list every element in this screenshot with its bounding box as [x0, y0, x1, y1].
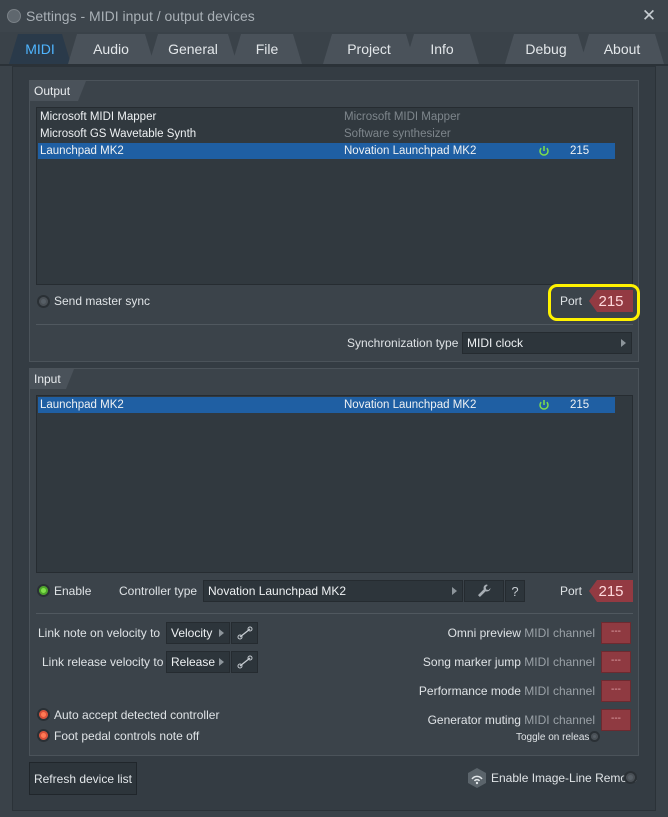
output-panel-title: Output: [30, 81, 86, 101]
auto-accept-toggle[interactable]: [37, 708, 50, 721]
title-bar: Settings - MIDI input / output devices ✕: [0, 0, 668, 32]
auto-accept-label: Auto accept detected controller: [54, 708, 220, 722]
input-device-row-selected[interactable]: Launchpad MK2 Novation Launchpad MK2 215: [38, 397, 615, 413]
window-title: Settings - MIDI input / output devices: [26, 8, 255, 24]
chevron-right-icon: [219, 658, 224, 666]
link-release-velocity-label: Link release velocity to: [42, 655, 164, 669]
channel-label: Generator muting: [427, 713, 521, 727]
help-button[interactable]: ?: [505, 580, 525, 602]
output-panel: Output Microsoft MIDI Mapper Microsoft M…: [29, 80, 639, 362]
power-icon[interactable]: [538, 145, 550, 162]
app-icon: [7, 9, 21, 23]
refresh-device-list-button[interactable]: Refresh device list: [29, 762, 137, 795]
chevron-right-icon: [452, 587, 457, 595]
input-panel: Input Launchpad MK2 Novation Launchpad M…: [29, 368, 639, 756]
output-device-list[interactable]: Microsoft MIDI Mapper Microsoft MIDI Map…: [36, 107, 633, 285]
tab-debug[interactable]: Debug: [505, 34, 587, 64]
device-name: Microsoft GS Wavetable Synth: [40, 128, 197, 140]
device-name: Launchpad MK2: [40, 399, 124, 411]
performance-mode-channel[interactable]: ---: [601, 680, 631, 702]
song-marker-jump-label: Song marker jump MIDI channel: [423, 655, 595, 669]
remote-icon: [467, 767, 487, 792]
device-driver: Novation Launchpad MK2: [344, 399, 477, 411]
device-port: 215: [570, 145, 590, 157]
output-device-row[interactable]: Microsoft GS Wavetable Synth Software sy…: [38, 126, 615, 142]
enable-remote-toggle[interactable]: [624, 771, 637, 784]
enable-remote-label: Enable Image-Line Remote: [491, 771, 638, 785]
link-release-velocity-dropdown[interactable]: Release: [166, 651, 230, 673]
channel-suffix: MIDI channel: [524, 626, 595, 640]
device-driver: Microsoft MIDI Mapper: [344, 111, 461, 123]
performance-mode-label: Performance mode MIDI channel: [419, 684, 595, 698]
link-note-velocity-label: Link note on velocity to: [38, 626, 161, 640]
song-marker-jump-channel[interactable]: ---: [601, 651, 631, 673]
power-icon[interactable]: [538, 399, 550, 416]
tab-about[interactable]: About: [580, 34, 664, 64]
enable-toggle[interactable]: [37, 584, 50, 597]
channel-suffix: MIDI channel: [524, 655, 595, 669]
close-icon[interactable]: ✕: [638, 5, 660, 27]
toggle-on-release-toggle[interactable]: [589, 731, 600, 742]
input-panel-title: Input: [30, 369, 74, 389]
sync-type-dropdown[interactable]: MIDI clock: [462, 332, 632, 354]
omni-preview-label: Omni preview MIDI channel: [448, 626, 595, 640]
link-note-velocity-dropdown[interactable]: Velocity: [166, 622, 230, 644]
channel-label: Omni preview: [447, 626, 521, 640]
input-port-label: Port: [560, 584, 583, 598]
wrench-icon[interactable]: [464, 580, 504, 602]
device-name: Launchpad MK2: [40, 145, 124, 157]
port-highlight-annotation: [548, 284, 640, 321]
channel-label: Song marker jump: [422, 655, 521, 669]
tab-general[interactable]: General: [149, 34, 237, 64]
output-device-row-selected[interactable]: Launchpad MK2 Novation Launchpad MK2 215: [38, 143, 615, 159]
foot-pedal-label: Foot pedal controls note off: [54, 729, 200, 743]
chevron-right-icon: [621, 339, 626, 347]
tab-midi[interactable]: MIDI: [9, 34, 71, 64]
sync-type-label: Synchronization type: [347, 336, 459, 350]
channel-suffix: MIDI channel: [524, 684, 595, 698]
device-driver: Software synthesizer: [344, 128, 451, 140]
generator-muting-label: Generator muting MIDI channel: [428, 713, 595, 727]
tab-audio[interactable]: Audio: [68, 34, 154, 64]
divider: [36, 324, 633, 325]
controller-type-label: Controller type: [119, 584, 198, 598]
chevron-right-icon: [219, 629, 224, 637]
foot-pedal-toggle[interactable]: [37, 729, 50, 742]
channel-label: Performance mode: [418, 684, 521, 698]
link-release-velocity-value: Release: [171, 655, 216, 669]
device-driver: Novation Launchpad MK2: [344, 145, 477, 157]
sync-type-value: MIDI clock: [467, 336, 524, 350]
input-port-value[interactable]: 215: [589, 580, 633, 602]
toggle-on-release-label: Toggle on release: [516, 732, 595, 743]
device-port: 215: [570, 399, 590, 411]
send-master-sync-toggle[interactable]: [37, 295, 50, 308]
link-curve-icon[interactable]: [231, 622, 258, 644]
device-name: Microsoft MIDI Mapper: [40, 111, 157, 123]
generator-muting-channel[interactable]: ---: [601, 709, 631, 731]
divider: [36, 613, 633, 614]
controller-type-dropdown[interactable]: Novation Launchpad MK2: [203, 580, 463, 602]
link-note-velocity-value: Velocity: [171, 626, 213, 640]
input-device-list[interactable]: Launchpad MK2 Novation Launchpad MK2 215: [36, 395, 633, 573]
channel-suffix: MIDI channel: [524, 713, 595, 727]
omni-preview-channel[interactable]: ---: [601, 622, 631, 644]
tab-info[interactable]: Info: [405, 34, 479, 64]
controller-type-value: Novation Launchpad MK2: [208, 584, 347, 598]
tab-file[interactable]: File: [232, 34, 302, 64]
tab-project[interactable]: Project: [323, 34, 415, 64]
send-master-sync-label: Send master sync: [54, 294, 151, 308]
link-curve-icon[interactable]: [231, 651, 258, 673]
enable-label: Enable: [54, 584, 92, 598]
output-device-row[interactable]: Microsoft MIDI Mapper Microsoft MIDI Map…: [38, 109, 615, 125]
